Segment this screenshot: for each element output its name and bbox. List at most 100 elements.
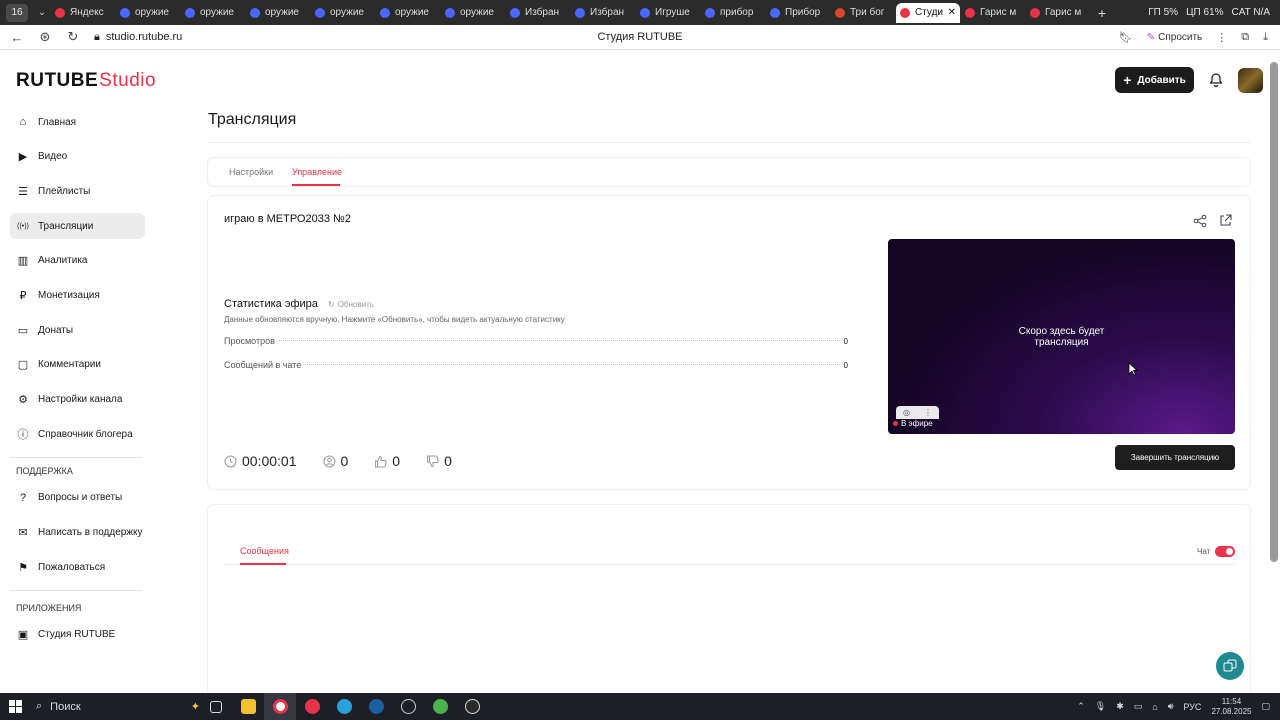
browser-tab-label: прибор — [720, 7, 754, 18]
avatar[interactable] — [1238, 68, 1263, 93]
browser-tab[interactable]: Избран — [506, 3, 570, 23]
stream-preview-player[interactable]: Скоро здесь будет трансляция ◎ ⋮ В эфире — [888, 239, 1235, 434]
sidebar-item[interactable]: ▶ Видео — [10, 144, 145, 170]
favicon-icon — [900, 7, 910, 18]
menu-icon[interactable]: ⋮ — [1216, 31, 1227, 44]
camera-icon[interactable]: ◎ — [903, 408, 910, 417]
help-chat-button[interactable] — [1216, 652, 1244, 680]
network-icon[interactable]: ⌂ — [1152, 702, 1157, 712]
popout-icon[interactable] — [1219, 214, 1232, 227]
sidebar-item[interactable]: ⓘ Справочник блогера — [10, 421, 145, 447]
sidebar-item[interactable]: ▢ Комментарии — [10, 352, 145, 378]
home-icon: ⌂ — [19, 116, 27, 128]
start-button[interactable] — [0, 693, 30, 720]
download-icon[interactable]: ⤓ — [1263, 31, 1268, 44]
sidebar-item[interactable]: ⌂ Главная — [10, 109, 145, 135]
taskbar-search[interactable]: ⌕ Поиск ✦ — [30, 693, 200, 720]
sidebar-item[interactable]: ⚙ Настройки канала — [10, 387, 145, 413]
notifications-icon[interactable]: ▢ — [1261, 701, 1270, 712]
task-view-icon[interactable] — [200, 693, 232, 720]
clock[interactable]: 11:54 27.08.2025 — [1211, 697, 1251, 717]
browser-tab[interactable]: Студи ✕ — [896, 2, 960, 23]
browser-tab[interactable]: оружие — [116, 3, 180, 23]
favicon-icon — [1030, 7, 1040, 18]
tabs-dropdown-icon[interactable]: ⌄ — [34, 7, 50, 18]
tab-messages[interactable]: Сообщения — [240, 546, 289, 556]
player-mini-controls[interactable]: ◎ ⋮ — [896, 406, 939, 419]
mic-icon[interactable]: 🎙︎ — [1095, 701, 1106, 712]
support-heading: ПОДДЕРЖКА — [16, 466, 73, 477]
bookmark-icon[interactable]: 🔖︎ — [1119, 31, 1133, 44]
viewers-icon — [323, 455, 335, 467]
yandex-icon[interactable]: ⊛ — [34, 29, 56, 45]
reload-icon[interactable]: ↻ — [62, 29, 84, 45]
utorrent-icon[interactable] — [424, 693, 456, 720]
sidebar-item[interactable]: ▣ Студия RUTUBE — [10, 622, 145, 648]
donate-icon: ▭ — [17, 324, 29, 337]
browser-tab[interactable]: Прибор — [766, 3, 830, 23]
page-title-bar: Студия RUTUBE — [597, 31, 683, 43]
add-button[interactable]: + Добавить — [1115, 67, 1194, 93]
browser-tab[interactable]: оружие — [441, 3, 505, 23]
url-field[interactable]: 🔒︎ studio.rutube.ru — [94, 31, 182, 44]
favicon-icon — [185, 7, 195, 18]
browser-tab[interactable]: оружие — [181, 3, 245, 23]
sidebar-item[interactable]: ((•)) Трансляции — [10, 213, 145, 240]
browser-tab-label: оружие — [200, 7, 234, 18]
collections-icon[interactable]: ⧉ — [1241, 31, 1249, 44]
app-icon[interactable] — [392, 693, 424, 720]
sidebar-item[interactable]: ▭ Донаты — [10, 317, 145, 343]
chat-toggle[interactable] — [1215, 546, 1235, 557]
language-indicator[interactable]: РУС — [1183, 702, 1201, 712]
new-tab-button[interactable]: + — [1093, 4, 1111, 22]
bell-icon[interactable] — [1208, 72, 1224, 88]
end-stream-button[interactable]: Завершить трансляцию — [1115, 445, 1235, 470]
sidebar-item[interactable]: ⚑ Пожаловаться — [10, 554, 145, 580]
volume-icon[interactable]: 🔊︎ — [1168, 701, 1174, 712]
browser-tab[interactable]: прибор — [701, 3, 765, 23]
telegram-icon[interactable] — [328, 693, 360, 720]
obs-icon[interactable] — [456, 693, 488, 720]
stats-hint: Данные обновляются вручную. Нажмите «Обн… — [224, 315, 565, 324]
browser-tab[interactable]: оружие — [376, 3, 440, 23]
browser-tab[interactable]: Гарис м — [1026, 3, 1090, 23]
playlist-icon: ☰ — [18, 185, 28, 198]
browser-tab[interactable]: Игруше — [636, 3, 700, 23]
sidebar-item[interactable]: ₽ Монетизация — [10, 282, 145, 308]
sidebar-item[interactable]: ☰ Плейлисты — [10, 178, 145, 204]
chevron-up-icon[interactable]: ⌃ — [1077, 701, 1085, 712]
tab-counter[interactable]: 16 — [6, 3, 28, 22]
yandex-app-icon[interactable] — [296, 693, 328, 720]
monitor-icon[interactable]: ▭ — [1134, 701, 1143, 712]
browser-tab[interactable]: Яндекс — [51, 3, 115, 23]
search-icon: ⌕ — [36, 700, 43, 712]
browser-tab[interactable]: Три бог — [831, 3, 895, 23]
close-tab-icon[interactable]: ✕ — [948, 7, 956, 18]
browser-tab-label: Три бог — [850, 7, 885, 18]
more-icon[interactable]: ⋮ — [924, 408, 932, 417]
share-icon[interactable] — [1193, 214, 1207, 228]
browser-tab[interactable]: Гарис м — [961, 3, 1025, 23]
sparkle-icon: ✦ — [190, 701, 200, 713]
file-explorer-icon[interactable] — [232, 693, 264, 720]
ask-button[interactable]: ✎ Спросить — [1147, 32, 1203, 43]
sidebar-item[interactable]: ▥ Аналитика — [10, 248, 145, 274]
sidebar-item[interactable]: ? Вопросы и ответы — [10, 485, 145, 511]
back-icon[interactable]: ← — [6, 30, 28, 45]
tab-control[interactable]: Управление — [292, 167, 342, 177]
info-icon: ⓘ — [17, 429, 29, 442]
yandex-browser-icon[interactable] — [264, 693, 296, 720]
rutube-studio-logo[interactable]: RUTUBEStudio — [16, 70, 156, 92]
sidebar-item[interactable]: ✉ Написать в поддержку — [10, 520, 145, 546]
favicon-icon — [770, 7, 780, 18]
bluetooth-icon[interactable]: ✱ — [1116, 701, 1124, 712]
system-status: ГП 5% ЦП 61% CAT N/A — [1148, 7, 1280, 18]
browser-tab[interactable]: Избран — [571, 3, 635, 23]
refresh-button[interactable]: ↻ Обновить — [328, 300, 374, 309]
stat-label: Сообщений в чате — [224, 360, 302, 370]
scrollbar[interactable] — [1270, 62, 1278, 562]
steam-icon[interactable] — [360, 693, 392, 720]
browser-tab[interactable]: оружие — [246, 3, 310, 23]
tab-settings[interactable]: Настройки — [229, 167, 273, 177]
browser-tab[interactable]: оружие — [311, 3, 375, 23]
